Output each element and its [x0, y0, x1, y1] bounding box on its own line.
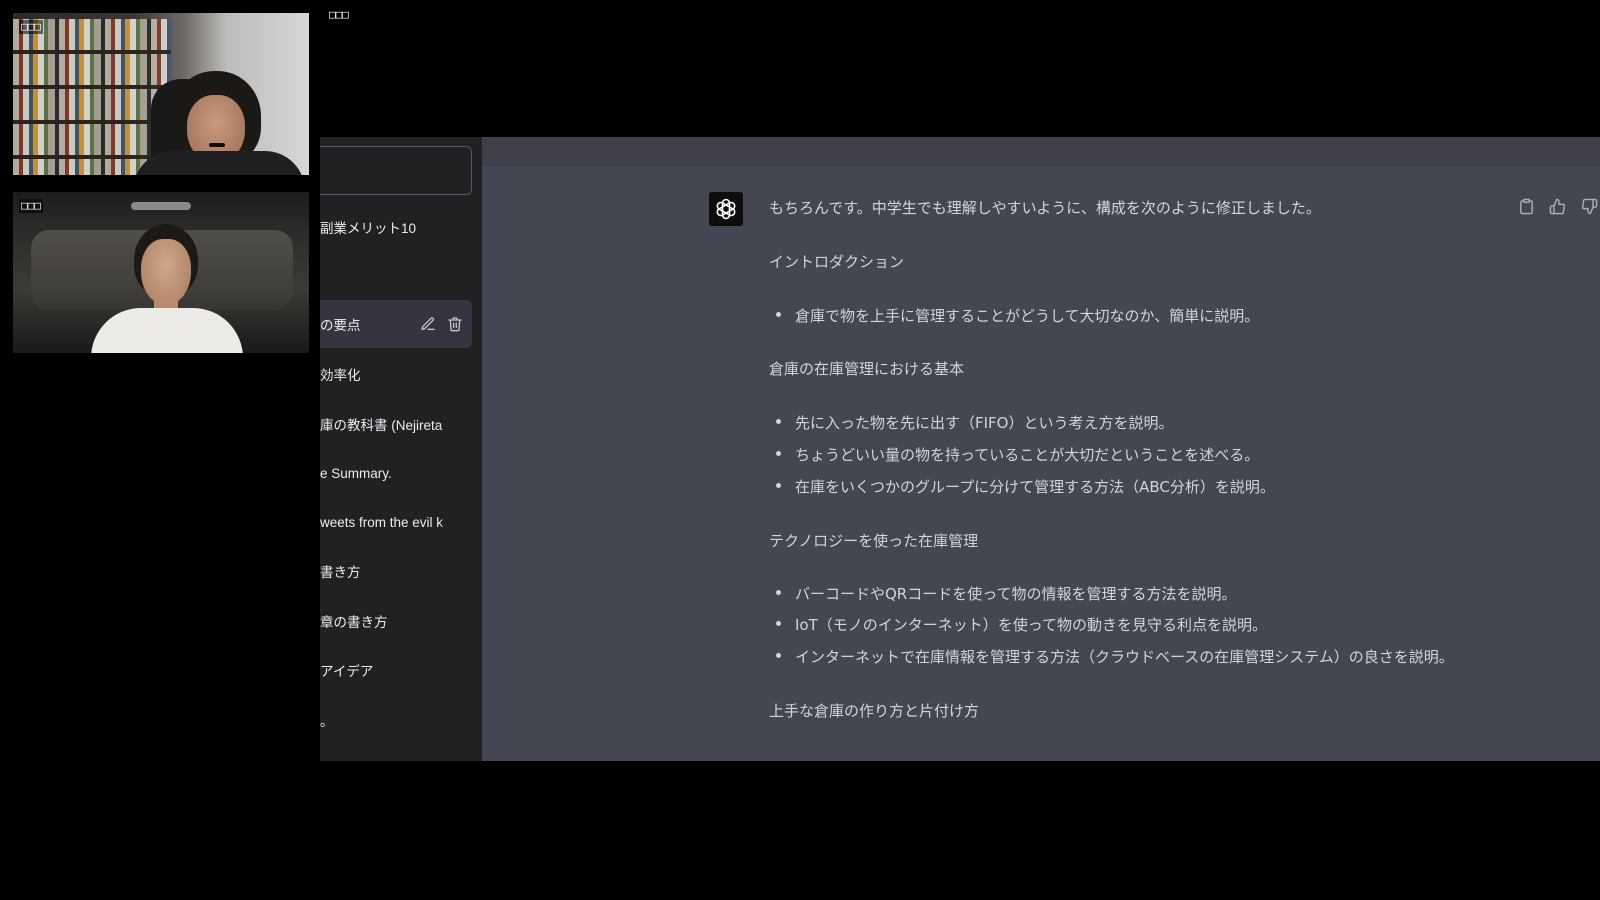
- participant-video-2: □□□: [13, 192, 309, 353]
- chat-history-item-selected[interactable]: の要点: [320, 300, 472, 348]
- text-fade-overlay: [438, 597, 472, 645]
- chat-history-label: アイデア: [320, 664, 374, 679]
- text-fade-overlay: [438, 350, 472, 398]
- section-heading: テクノロジーを使った在庫管理: [769, 532, 979, 550]
- bullet-item: 先に入った物を先に出す（FIFO）という考え方を説明。: [769, 411, 1569, 435]
- thumbs-down-icon[interactable]: [1581, 198, 1598, 215]
- bullet-text: バーコードやQRコードを使って物の情報を管理する方法を説明。: [795, 585, 1237, 603]
- chat-history-item[interactable]: 効率化: [320, 350, 472, 398]
- bullet-text: インターネットで在庫情報を管理する方法（クラウドベースの在庫管理システム）の良さ…: [795, 648, 1454, 666]
- bullet-dot: [776, 312, 781, 317]
- bullet-dot: [776, 653, 781, 658]
- bullet-item: IoT（モノのインターネット）を使って物の動きを見守る利点を説明。: [769, 613, 1569, 637]
- section-heading: 上手な倉庫の作り方と片付け方: [769, 702, 980, 720]
- sidebar-top-button[interactable]: [320, 146, 472, 195]
- chat-history-label: 庫の教科書 (Nejireta: [320, 418, 443, 433]
- text-fade-overlay: [438, 498, 472, 546]
- bullet-item: 在庫をいくつかのグループに分けて管理する方法（ABC分析）を説明。: [769, 475, 1569, 499]
- previous-message-edge: [482, 137, 1600, 166]
- text-fade-overlay: [438, 696, 472, 744]
- ceiling-light: [131, 202, 191, 210]
- bullet-text: 先に入った物を先に出す（FIFO）という考え方を説明。: [795, 414, 1174, 432]
- bullet-text: 倉庫で物を上手に管理することがどうして大切なのか、簡単に説明。: [795, 307, 1260, 325]
- chat-history-item[interactable]: 。: [320, 696, 472, 744]
- chat-history-label: 章の書き方: [320, 615, 388, 630]
- chat-history-item[interactable]: 章の書き方: [320, 597, 472, 645]
- bullet-dot: [776, 621, 781, 626]
- bullet-dot: [776, 590, 781, 595]
- headset-mic: [209, 143, 225, 147]
- chat-history-label: 副業メリット10: [320, 221, 417, 236]
- item-actions: [420, 300, 463, 348]
- text-fade-overlay: [438, 646, 472, 694]
- bullet-item: ちょうどいい量の物を持っていることが大切だということを述べる。: [769, 443, 1569, 467]
- text-fade-overlay: [438, 547, 472, 595]
- bullet-item: インターネットで在庫情報を管理する方法（クラウドベースの在庫管理システム）の良さ…: [769, 645, 1569, 669]
- section-heading: イントロダクション: [769, 253, 905, 271]
- chat-sidebar: 副業メリット10 の要点 効率化 庫の教科書 (Nejireta e Summa…: [320, 137, 482, 761]
- chat-history-item[interactable]: アイデア: [320, 646, 472, 694]
- chat-history-label: weets from the evil k: [320, 514, 444, 530]
- chat-history-item[interactable]: 副業メリット10: [320, 203, 472, 251]
- section-heading: 倉庫の在庫管理における基本: [769, 360, 965, 378]
- bullet-text: ちょうどいい量の物を持っていることが大切だということを述べる。: [795, 446, 1260, 464]
- chat-history-label: 効率化: [320, 368, 361, 383]
- bullet-item: バーコードやQRコードを使って物の情報を管理する方法を説明。: [769, 582, 1569, 606]
- clipboard-icon[interactable]: [1518, 198, 1535, 215]
- chat-history-item[interactable]: weets from the evil k: [320, 498, 472, 546]
- chatgpt-logo-icon: [709, 192, 743, 226]
- conversation-area: もちろんです。中学生でも理解しやすいように、構成を次のように修正しました。 イン…: [482, 137, 1600, 761]
- chat-history-label: の要点: [320, 318, 361, 333]
- thumbs-up-icon[interactable]: [1549, 198, 1566, 215]
- chat-history-label: e Summary.: [320, 465, 392, 481]
- bullet-item: 倉庫で物を上手に管理することがどうして大切なのか、簡単に説明。: [769, 304, 1569, 328]
- bullet-dot: [776, 419, 781, 424]
- person-shirt: [133, 151, 305, 175]
- participant-name-label: □□□: [19, 199, 43, 213]
- chat-history-label: 書き方: [320, 565, 361, 580]
- bullet-dot: [776, 451, 781, 456]
- assistant-intro-text: もちろんです。中学生でも理解しやすいように、構成を次のように修正しました。: [769, 199, 1321, 217]
- participant-name-label: □□□: [19, 20, 43, 34]
- presenter-name-label: □□□: [329, 8, 349, 21]
- participant-video-1: □□□: [13, 13, 309, 175]
- text-fade-overlay: [438, 449, 472, 497]
- chat-history-item[interactable]: e Summary.: [320, 449, 472, 497]
- bookshelf: [13, 19, 171, 175]
- bullet-text: 在庫をいくつかのグループに分けて管理する方法（ABC分析）を説明。: [795, 478, 1275, 496]
- chat-history-item[interactable]: 書き方: [320, 547, 472, 595]
- pencil-icon[interactable]: [420, 316, 436, 332]
- bullet-text: IoT（モノのインターネット）を使って物の動きを見守る利点を説明。: [795, 616, 1268, 634]
- trash-icon[interactable]: [447, 316, 463, 332]
- text-fade-overlay: [438, 203, 472, 251]
- shared-screen: 副業メリット10 の要点 効率化 庫の教科書 (Nejireta e Summa…: [320, 137, 1600, 761]
- chat-history-label: 。: [320, 714, 334, 729]
- chat-history-item[interactable]: 庫の教科書 (Nejireta: [320, 400, 472, 448]
- text-fade-overlay: [438, 400, 472, 448]
- bullet-dot: [776, 483, 781, 488]
